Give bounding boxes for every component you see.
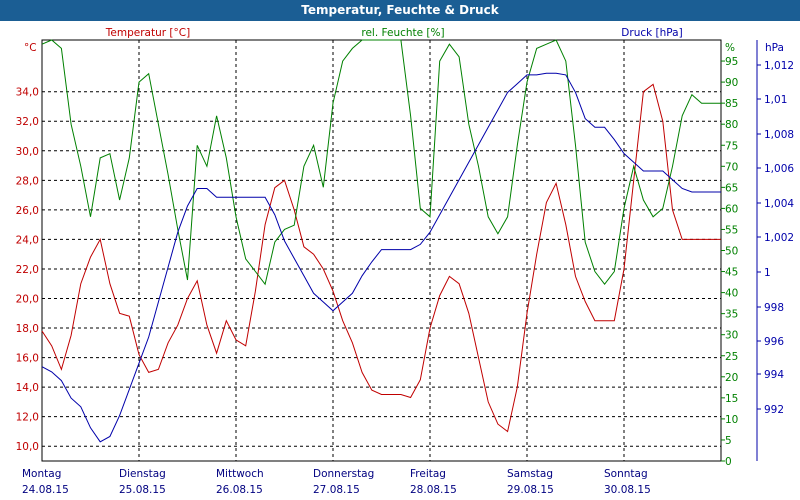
- hum-tick-label: 40: [725, 288, 738, 300]
- hum-tick-label: 95: [725, 56, 738, 68]
- hum-tick-label: 70: [725, 161, 738, 173]
- hum-tick-label: 35: [725, 309, 738, 321]
- x-day-label: Freitag: [410, 468, 446, 480]
- x-day-label: Mittwoch: [216, 468, 264, 480]
- hum-tick-label: 90: [725, 77, 738, 89]
- temp-tick-label: 24,0: [16, 234, 39, 246]
- temp-tick-label: 10,0: [16, 441, 39, 453]
- temp-axis-label: Temperatur [°C]: [105, 27, 190, 39]
- temp-tick-label: 28,0: [16, 175, 39, 187]
- press-tick-label: 1,006: [764, 163, 794, 175]
- hum-axis-label: rel. Feuchte [%]: [361, 27, 444, 39]
- temp-tick-label: 22,0: [16, 264, 39, 276]
- press-tick-label: 1,002: [764, 232, 794, 244]
- temp-tick-label: 12,0: [16, 412, 39, 424]
- hum-tick-label: 45: [725, 267, 738, 279]
- press-tick-label: 998: [764, 302, 784, 314]
- hum-tick-label: 30: [725, 330, 738, 342]
- hum-tick-label: 15: [725, 393, 738, 405]
- hum-tick-label: 80: [725, 119, 738, 131]
- x-date-label: 24.08.15: [22, 484, 69, 496]
- temp-tick-label: 16,0: [16, 353, 39, 365]
- press-tick-label: 1: [764, 267, 771, 279]
- plot-area: [41, 39, 722, 462]
- press-tick-label: 1,004: [764, 198, 794, 210]
- hum-tick-label: 0: [725, 456, 732, 468]
- hum-tick-label: 65: [725, 182, 738, 194]
- temp-tick-label: 32,0: [16, 116, 39, 128]
- temp-tick-label: 14,0: [16, 382, 39, 394]
- weather-chart: °C% hPa Temperatur [°C] rel. Feuchte [%] Dru…: [16, 27, 795, 496]
- hum-tick-label: 20: [725, 372, 738, 384]
- x-day-label: Samstag: [507, 468, 553, 480]
- hum-tick-label: 60: [725, 203, 738, 215]
- temp-tick-label: 34,0: [16, 87, 39, 99]
- x-date-label: 30.08.15: [604, 484, 651, 496]
- x-date-label: 25.08.15: [119, 484, 166, 496]
- press-tick-label: 1,008: [764, 129, 794, 141]
- chart-window: Temperatur, Feuchte & Druck °C% hPa Temper…: [0, 0, 800, 500]
- press-unit-label: hPa: [765, 42, 784, 54]
- hum-tick-label: 85: [725, 98, 738, 110]
- hum-tick-label: 25: [725, 351, 738, 363]
- x-day-label: Dienstag: [119, 468, 166, 480]
- temp-tick-label: 30,0: [16, 146, 39, 158]
- press-axis-label: Druck [hPa]: [621, 27, 682, 39]
- temp-unit-label: °C: [24, 42, 37, 54]
- x-date-label: 27.08.15: [313, 484, 360, 496]
- x-date-label: 26.08.15: [216, 484, 263, 496]
- press-tick-label: 996: [764, 336, 784, 348]
- press-tick-label: 1,01: [764, 94, 787, 106]
- x-date-label: 28.08.15: [410, 484, 457, 496]
- x-day-label: Sonntag: [604, 468, 648, 480]
- hum-tick-label: 55: [725, 224, 738, 236]
- hum-tick-label: 5: [725, 435, 732, 447]
- chart-title: Temperatur, Feuchte & Druck: [0, 0, 800, 21]
- temp-tick-label: 26,0: [16, 205, 39, 217]
- x-day-label: Donnerstag: [313, 468, 374, 480]
- hum-unit-label: %: [725, 42, 735, 54]
- hum-tick-label: 75: [725, 140, 738, 152]
- press-tick-label: 992: [764, 404, 784, 416]
- x-date-label: 29.08.15: [507, 484, 554, 496]
- press-tick-label: 994: [764, 369, 784, 381]
- x-day-label: Montag: [22, 468, 61, 480]
- temp-tick-label: 18,0: [16, 323, 39, 335]
- hum-tick-label: 10: [725, 414, 738, 426]
- press-tick-label: 1,012: [764, 60, 794, 72]
- temp-tick-label: 20,0: [16, 294, 39, 306]
- hum-tick-label: 50: [725, 246, 738, 258]
